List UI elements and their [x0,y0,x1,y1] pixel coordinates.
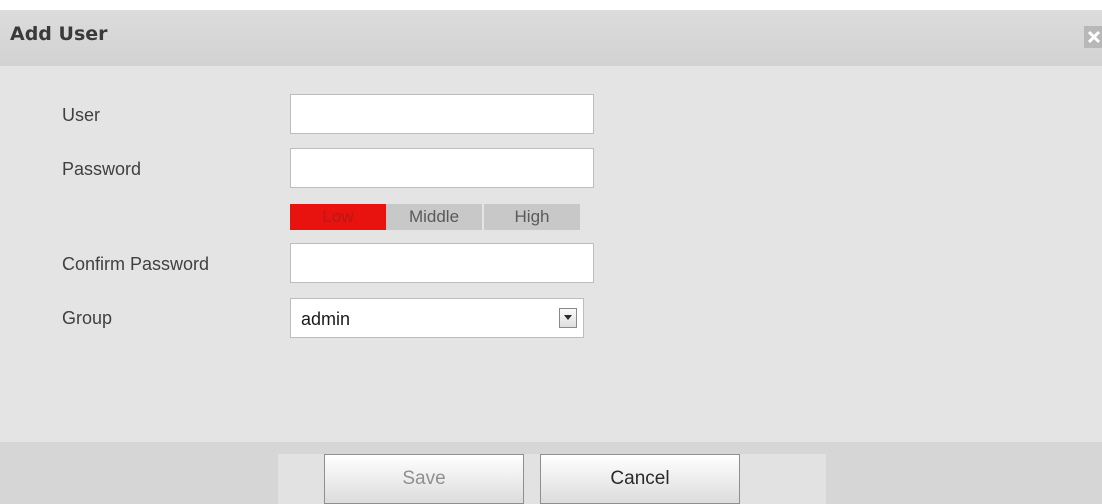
strength-low: Low [290,204,386,230]
confirm-password-input[interactable] [290,243,594,283]
strength-high: High [484,204,580,230]
close-button[interactable] [1084,26,1102,48]
cancel-button[interactable]: Cancel [540,454,740,504]
confirm-password-label: Confirm Password [62,254,210,274]
group-select-value: admin [301,309,351,329]
password-label: Password [62,159,142,179]
group-label: Group [62,308,113,328]
save-button[interactable]: Save [324,454,524,504]
user-label: User [62,105,101,125]
dialog-titlebar: Add User [0,10,1102,66]
chevron-down-icon [564,315,572,320]
dialog-title: Add User [10,23,108,45]
group-select-arrow[interactable] [559,308,577,328]
add-user-dialog: Add User User Password Low Middle High C… [0,10,1102,504]
group-select[interactable]: admin [290,298,584,338]
strength-middle: Middle [386,204,482,230]
password-input[interactable] [290,148,594,188]
user-input[interactable] [290,94,594,134]
close-icon [1087,30,1101,44]
dialog-body: User Password Low Middle High Confirm Pa… [0,66,1102,442]
password-strength-meter: Low Middle High [290,204,580,230]
